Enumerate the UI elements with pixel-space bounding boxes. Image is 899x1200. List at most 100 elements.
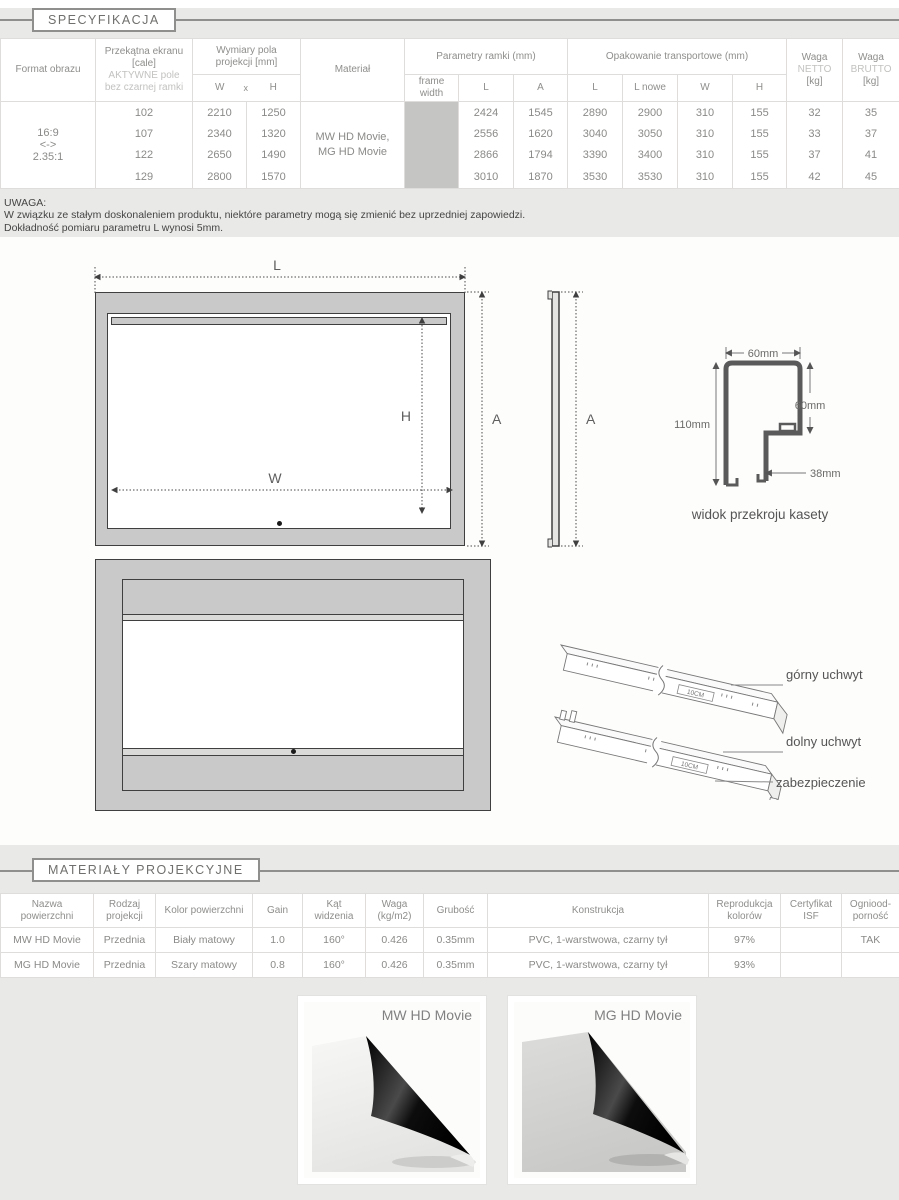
- cell-surface-name: MG HD Movie: [1, 953, 94, 978]
- lower-bracket: 10CM: [545, 707, 787, 800]
- cell-isf: [781, 928, 842, 953]
- cross-dim-right: 60mm: [795, 400, 826, 412]
- header-construction: Konstrukcja: [488, 894, 709, 928]
- header-weight-gross: Waga BRUTTO [kg]: [843, 39, 899, 102]
- cell-format: 16:9 <-> 2.35:1: [1, 102, 96, 189]
- cell-weight: 0.426: [366, 928, 424, 953]
- cell-color-reproduction: 97%: [709, 928, 781, 953]
- header-weight-net: Waga NETTO [kg]: [787, 39, 843, 102]
- screen-side-view: [548, 291, 559, 547]
- cell-surface-name: MW HD Movie: [1, 928, 94, 953]
- header-frame-params: Parametry ramki (mm): [405, 39, 568, 75]
- folded-sheet-graphic: [514, 1002, 690, 1178]
- cell-pack-h: 155155 155155: [733, 102, 787, 189]
- safety-lock-label: zabezpieczenie: [776, 775, 866, 790]
- bottom-slat: [123, 748, 463, 755]
- cell-height: 12501320 14901570: [247, 102, 301, 189]
- cell-fire: [842, 953, 899, 978]
- sample-photo: MW HD Movie: [304, 1002, 480, 1178]
- cell-gain: 1.0: [253, 928, 303, 953]
- cell-surface-color: Szary matowy: [156, 953, 253, 978]
- table-row: MG HD Movie Przednia Szary matowy 0.8 16…: [1, 953, 899, 978]
- folded-sheet-graphic: [304, 1002, 480, 1178]
- dim-label-h: H: [401, 408, 411, 424]
- upper-bracket-label: górny uchwyt: [786, 667, 863, 682]
- header-isf-certificate: Certyfikat ISF: [781, 894, 842, 928]
- dim-label-a-side: A: [586, 411, 596, 427]
- header-surface-color: Kolor powierzchni: [156, 894, 253, 928]
- subheader-frame-a: A: [514, 75, 568, 102]
- lower-bracket-label: dolny uchwyt: [786, 734, 862, 749]
- subheader-pack-l-nowe: L nowe: [623, 75, 678, 102]
- cassette-cross-section-diagram: 60mm 60mm 110mm 38mm: [660, 333, 860, 508]
- note-line: Dokładność pomiaru parametru L wynosi 5m…: [4, 222, 525, 234]
- subheader-pack-w: W: [678, 75, 733, 102]
- cell-gain: 0.8: [253, 953, 303, 978]
- dim-label-l: L: [273, 257, 281, 273]
- header-material: Materiał: [301, 39, 405, 102]
- dimension-lines-diagram: L H W A A: [85, 255, 630, 560]
- cell-weight-gross: 3537 4145: [843, 102, 899, 189]
- cell-isf: [781, 953, 842, 978]
- mounting-brackets-diagram: 10CM 10CM górny uchwyt dolny uchwyt zabe…: [545, 615, 899, 800]
- header-dimensions: Wymiary pola projekcji [mm]: [193, 39, 301, 75]
- cell-viewing-angle: 160°: [303, 953, 366, 978]
- center-marker-dot: [291, 749, 296, 754]
- cell-color-reproduction: 93%: [709, 953, 781, 978]
- cell-projection: Przednia: [94, 953, 156, 978]
- bracket-clip: [560, 710, 567, 720]
- header-packaging: Opakowanie transportowe (mm): [568, 39, 787, 75]
- cell-pack-l: 28903040 33903530: [568, 102, 623, 189]
- cell-viewing-angle: 160°: [303, 928, 366, 953]
- cross-dim-top: 60mm: [748, 348, 779, 360]
- spec-table: Format obrazu Przekątna ekranu [cale] AK…: [0, 38, 899, 189]
- cell-diagonal: 102107 122129: [96, 102, 193, 189]
- note: UWAGA: W związku ze stałym doskonaleniem…: [4, 197, 525, 234]
- subheader-pack-h: H: [733, 75, 787, 102]
- header-color-reproduction: Reprodukcja kolorów: [709, 894, 781, 928]
- materials-section-title: MATERIAŁY PROJEKCYJNE: [32, 858, 260, 882]
- screen-back-view-diagram: [95, 559, 491, 811]
- cell-projection: Przednia: [94, 928, 156, 953]
- upper-bracket: 10CM: [553, 642, 792, 733]
- header-projection-type: Rodzaj projekcji: [94, 894, 156, 928]
- cross-dim-bottom: 38mm: [810, 468, 841, 480]
- screen-area: [123, 621, 463, 748]
- header-format: Format obrazu: [1, 39, 96, 102]
- subheader-frame-l: L: [459, 75, 514, 102]
- dim-label-w: W: [268, 470, 282, 486]
- cell-thickness: 0.35mm: [424, 953, 488, 978]
- cell-pack-w: 310310 310310: [678, 102, 733, 189]
- cell-width: 22102340 26502800: [193, 102, 247, 189]
- table-row: MW HD Movie Przednia Biały matowy 1.0 16…: [1, 928, 899, 953]
- table-row: 16:9 <-> 2.35:1 102107 122129 22102340 2…: [1, 102, 899, 189]
- cross-dim-left: 110mm: [674, 419, 710, 431]
- cell-fire: TAK: [842, 928, 899, 953]
- spec-section-title: SPECYFIKACJA: [32, 8, 176, 32]
- subheader-w-x-h: W x H: [193, 75, 301, 102]
- cell-frame-l: 24242556 28663010: [459, 102, 514, 189]
- sample-label: MG HD Movie: [594, 1007, 682, 1023]
- header-diagonal: Przekątna ekranu [cale] AKTYWNE pole bez…: [96, 39, 193, 102]
- header-thickness: Grubość: [424, 894, 488, 928]
- material-sample-card-mw: MW HD Movie: [297, 995, 487, 1185]
- bottom-band: [123, 755, 463, 790]
- cell-weight-net: 3233 3742: [787, 102, 843, 189]
- note-title: UWAGA:: [4, 197, 525, 209]
- sample-label: MW HD Movie: [382, 1007, 472, 1023]
- header-surface-name: Nazwa powierzchni: [1, 894, 94, 928]
- header-weight: Waga (kg/m2): [366, 894, 424, 928]
- cell-weight: 0.426: [366, 953, 424, 978]
- cell-material: MW HD Movie, MG HD Movie: [301, 102, 405, 189]
- cell-frame-width-swatch: [405, 102, 459, 189]
- cell-frame-a: 15451620 17941870: [514, 102, 568, 189]
- cell-surface-color: Biały matowy: [156, 928, 253, 953]
- dim-label-a: A: [492, 411, 502, 427]
- subheader-frame-width: frame width: [405, 75, 459, 102]
- cell-construction: PVC, 1-warstwowa, czarny tył: [488, 953, 709, 978]
- header-gain: Gain: [253, 894, 303, 928]
- bracket-clip: [569, 711, 576, 723]
- note-line: W związku ze stałym doskonaleniem produk…: [4, 209, 525, 221]
- material-sample-card-mg: MG HD Movie: [507, 995, 697, 1185]
- cell-thickness: 0.35mm: [424, 928, 488, 953]
